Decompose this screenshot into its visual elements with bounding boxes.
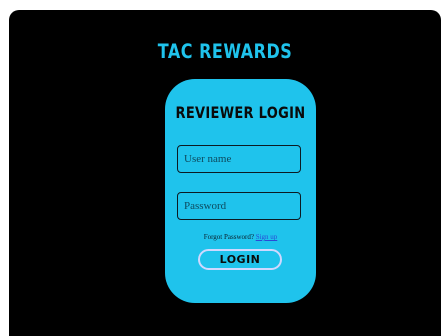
username-input[interactable] <box>177 145 301 173</box>
login-card: REVIEWER LOGIN Forgot Password? Sign up … <box>165 79 316 303</box>
brand-title: TAC REWARDS <box>157 40 293 63</box>
forgot-password-text: Forgot Password? <box>203 233 254 241</box>
password-input[interactable] <box>177 192 301 220</box>
login-title: REVIEWER LOGIN <box>175 104 306 123</box>
login-button[interactable]: LOGIN <box>198 249 282 270</box>
forgot-password-row: Forgot Password? Sign up <box>165 233 316 241</box>
app-window: TAC REWARDS REVIEWER LOGIN Forgot Passwo… <box>9 10 441 336</box>
signup-link[interactable]: Sign up <box>256 233 278 241</box>
